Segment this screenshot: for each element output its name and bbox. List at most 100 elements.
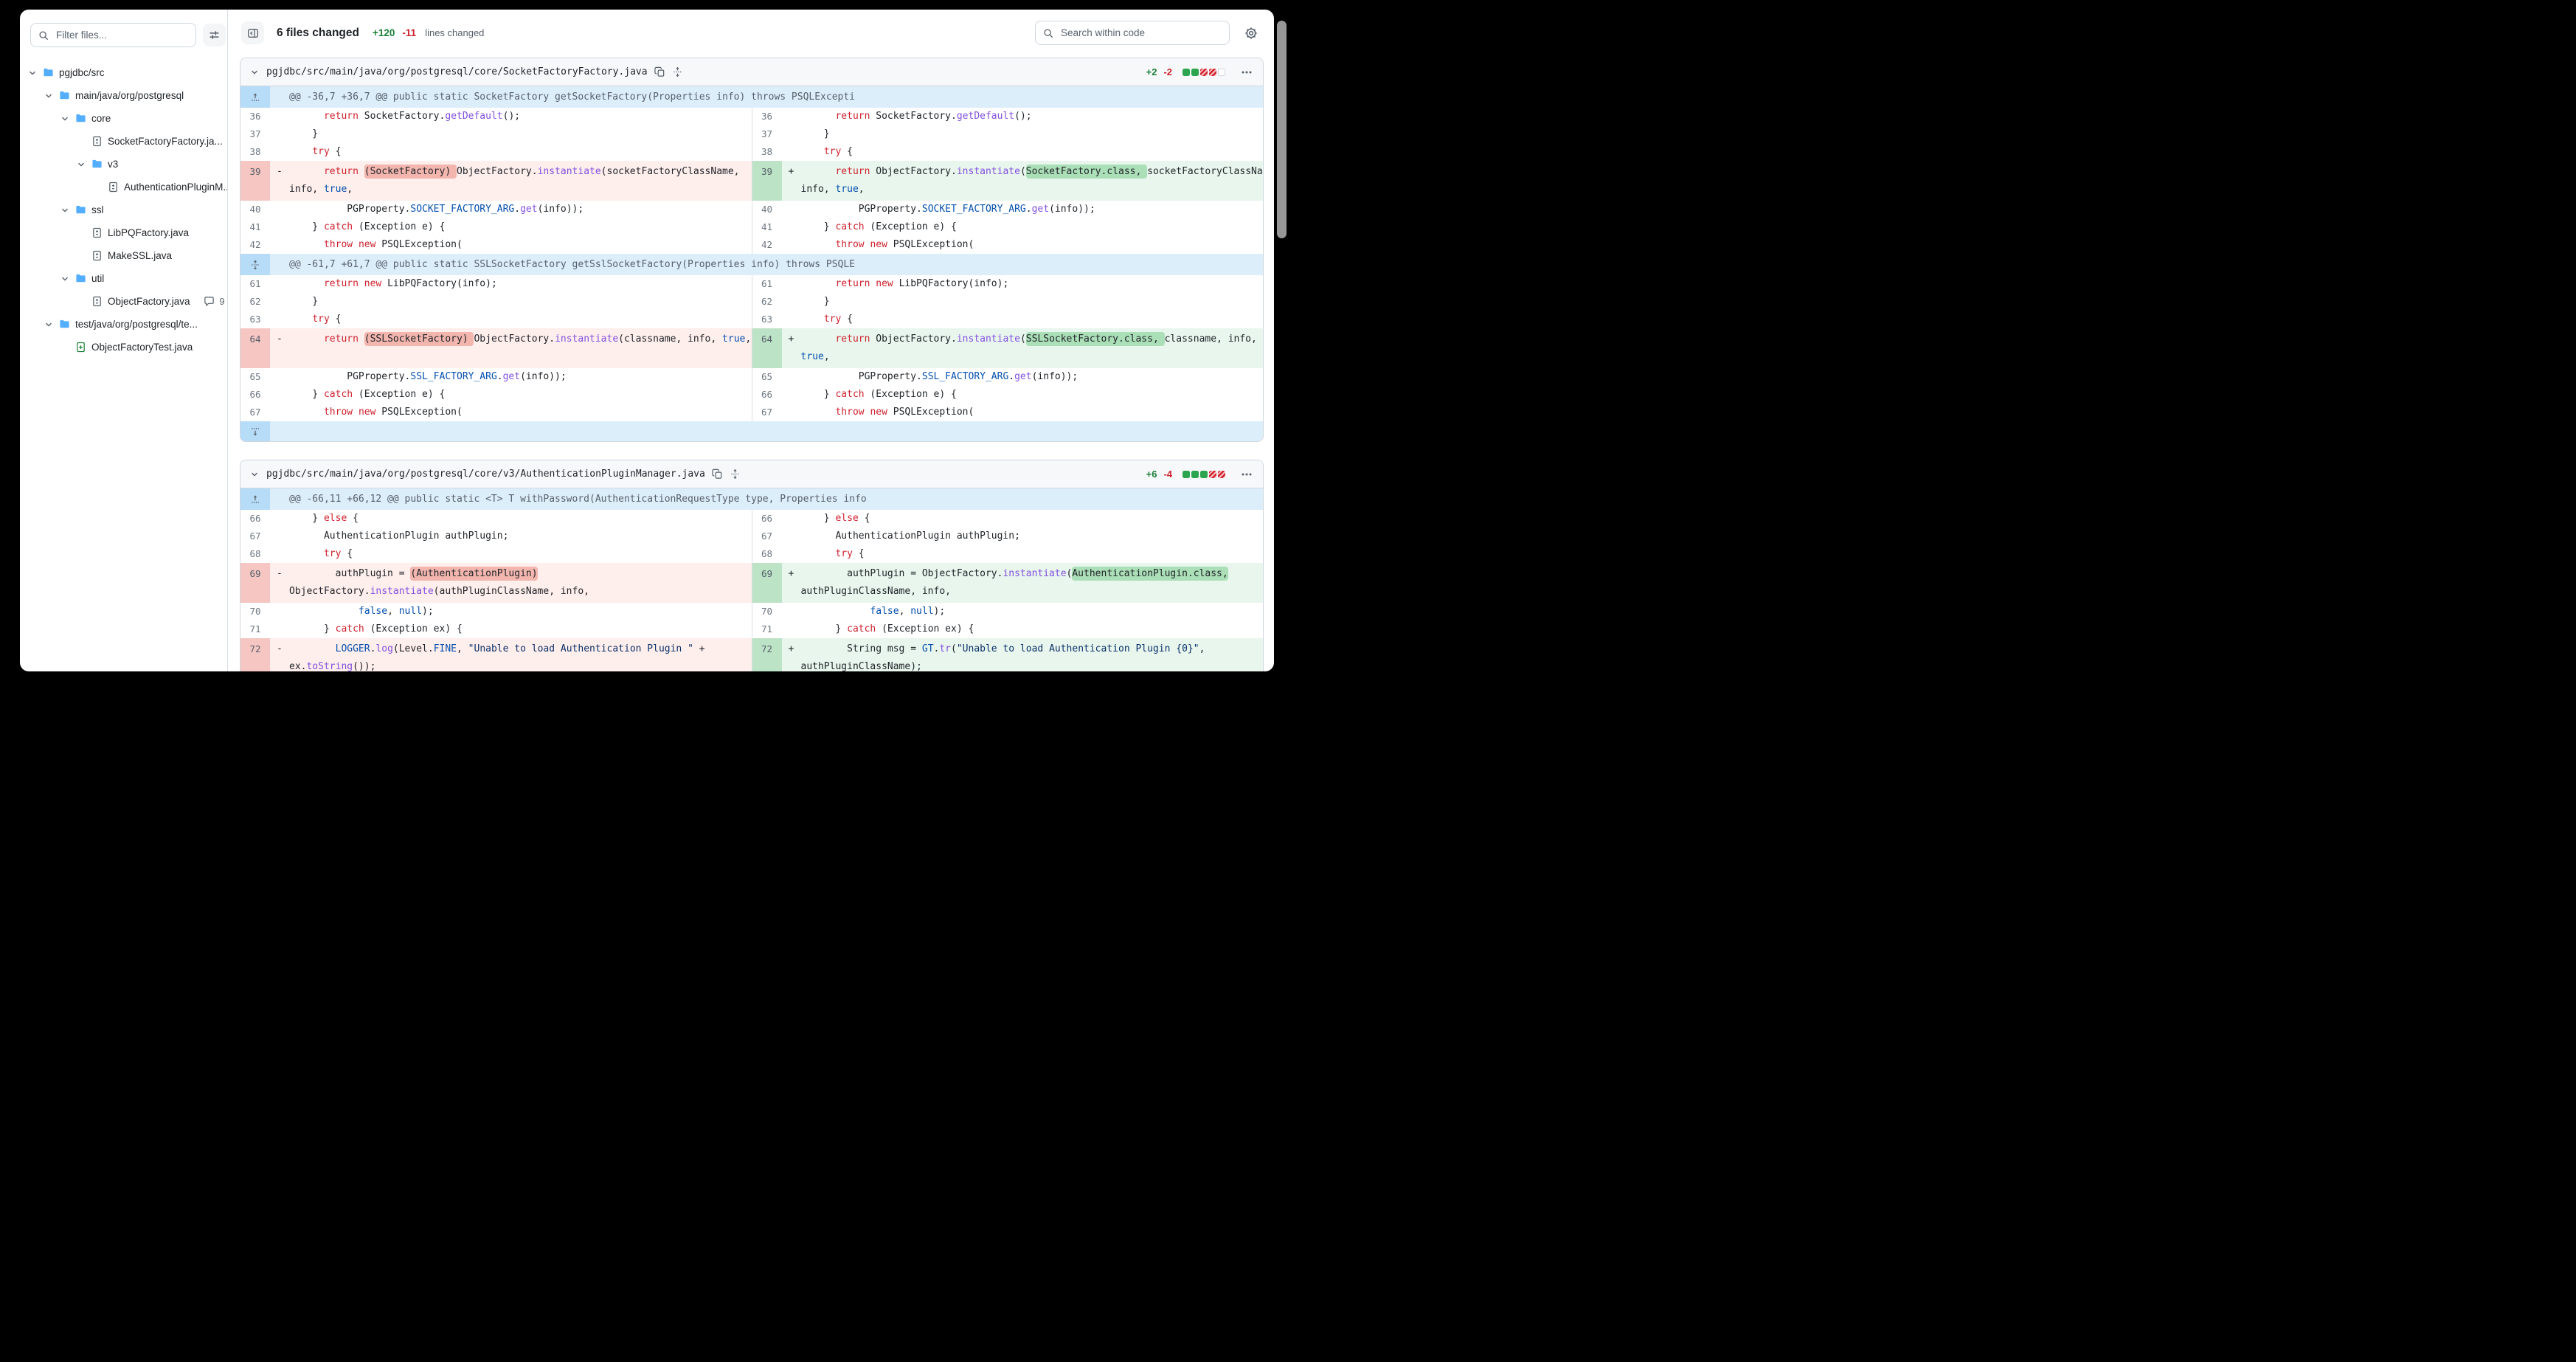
expand-down-button[interactable]: [240, 421, 270, 441]
line-number[interactable]: 37: [240, 125, 270, 143]
line-number[interactable]: 66: [752, 386, 782, 404]
line-number[interactable]: 69: [240, 563, 270, 603]
expand-hunk-button[interactable]: [240, 86, 270, 108]
line-number[interactable]: 62: [240, 293, 270, 311]
deleted-cell: 39- return (SocketFactory) ObjectFactory…: [240, 161, 752, 201]
code-line: try {: [289, 143, 746, 161]
line-number[interactable]: 41: [752, 218, 782, 236]
code-line: } else {: [289, 510, 746, 528]
line-number[interactable]: 39: [240, 161, 270, 201]
diff-marker: +: [789, 331, 794, 348]
copy-path-button[interactable]: [712, 469, 723, 480]
code-line: PGProperty.SOCKET_FACTORY_ARG.get(info))…: [289, 201, 746, 218]
code-line: AuthenticationPlugin authPlugin;: [289, 528, 746, 545]
line-number[interactable]: 36: [240, 108, 270, 125]
code-area: } catch (Exception ex) {: [270, 620, 752, 638]
tree-item-label: LibPQFactory.java: [108, 227, 189, 238]
code-line: throw new PSQLException(: [801, 404, 1258, 421]
line-number[interactable]: 67: [752, 528, 782, 545]
context-cell: 63 try {: [752, 311, 1264, 328]
line-number[interactable]: 41: [240, 218, 270, 236]
expand-vertical-icon: [730, 469, 741, 480]
line-number[interactable]: 71: [752, 620, 782, 638]
line-number[interactable]: 70: [752, 603, 782, 620]
code-line: } catch (Exception ex) {: [801, 620, 1258, 638]
code-line: AuthenticationPlugin authPlugin;: [801, 528, 1258, 545]
expand-hunk-button[interactable]: [240, 488, 270, 510]
tree-file-objectfactorytest-java[interactable]: ObjectFactoryTest.java: [20, 336, 227, 359]
line-number[interactable]: 61: [752, 275, 782, 293]
search-within-code-field[interactable]: [1059, 27, 1222, 39]
line-number[interactable]: 40: [752, 201, 782, 218]
line-number[interactable]: 38: [240, 143, 270, 161]
line-number[interactable]: 63: [752, 311, 782, 328]
line-number[interactable]: 64: [752, 328, 782, 368]
line-number[interactable]: 39: [752, 161, 782, 201]
code-line: try {: [801, 311, 1258, 328]
line-number[interactable]: 66: [240, 510, 270, 528]
line-number[interactable]: 68: [752, 545, 782, 563]
line-number[interactable]: 67: [240, 404, 270, 421]
line-number[interactable]: 72: [240, 638, 270, 671]
context-cell: 36 return SocketFactory.getDefault();: [240, 108, 752, 125]
line-number[interactable]: 37: [752, 125, 782, 143]
code-line: } catch (Exception e) {: [801, 386, 1258, 404]
tree-file-socketfactoryfactory-ja[interactable]: SocketFactoryFactory.ja...: [20, 130, 227, 153]
line-number[interactable]: 67: [752, 404, 782, 421]
page-scrollbar-thumb[interactable]: [1277, 21, 1287, 238]
line-number[interactable]: 66: [240, 386, 270, 404]
file-menu-button[interactable]: [1241, 469, 1253, 480]
collapse-sidebar-button[interactable]: [241, 21, 264, 44]
context-cell: 68 try {: [752, 545, 1264, 563]
line-number[interactable]: 36: [752, 108, 782, 125]
tree-file-makessl-java[interactable]: MakeSSL.java: [20, 244, 227, 267]
code-line: }: [801, 125, 1258, 143]
line-number[interactable]: 68: [240, 545, 270, 563]
expand-diff-button[interactable]: [730, 469, 741, 480]
line-number[interactable]: 38: [752, 143, 782, 161]
tree-folder-core[interactable]: core: [20, 107, 227, 130]
line-number[interactable]: 42: [752, 236, 782, 254]
line-number[interactable]: 65: [752, 368, 782, 386]
line-number[interactable]: 61: [240, 275, 270, 293]
line-number[interactable]: 67: [240, 528, 270, 545]
chevron-down-icon: [249, 469, 260, 480]
line-number[interactable]: 42: [240, 236, 270, 254]
filter-files-field[interactable]: [55, 29, 188, 41]
tree-file-objectfactory-java[interactable]: ObjectFactory.java9: [20, 290, 227, 313]
tree-folder-test-java-org-postgresql-te[interactable]: test/java/org/postgresql/te...: [20, 313, 227, 336]
collapse-file-button[interactable]: [249, 469, 260, 480]
tree-file-libpqfactory-java[interactable]: LibPQFactory.java: [20, 221, 227, 244]
filter-files-input[interactable]: [30, 23, 196, 47]
line-number[interactable]: 70: [240, 603, 270, 620]
copy-path-button[interactable]: [654, 66, 665, 77]
line-number[interactable]: 40: [240, 201, 270, 218]
tree-folder-util[interactable]: util: [20, 267, 227, 290]
line-number[interactable]: 65: [240, 368, 270, 386]
line-number[interactable]: 71: [240, 620, 270, 638]
line-number[interactable]: 62: [752, 293, 782, 311]
code-area: } catch (Exception ex) {: [782, 620, 1264, 638]
tree-item-label: MakeSSL.java: [108, 250, 172, 261]
diff-file-header: pgjdbc/src/main/java/org/postgresql/core…: [240, 58, 1263, 86]
file-menu-button[interactable]: [1241, 66, 1253, 78]
tree-folder-ssl[interactable]: ssl: [20, 198, 227, 221]
expand-diff-button[interactable]: [672, 66, 683, 77]
search-within-code-input[interactable]: [1035, 21, 1230, 45]
chevron-down-icon: [60, 114, 70, 124]
diff-settings-button[interactable]: [1243, 25, 1259, 41]
tree-folder-main-java-org-postgresql[interactable]: main/java/org/postgresql: [20, 84, 227, 107]
line-number[interactable]: 64: [240, 328, 270, 368]
tree-file-authenticationpluginm[interactable]: AuthenticationPluginM...: [20, 176, 227, 198]
expand-hunk-button[interactable]: [240, 254, 270, 275]
tree-folder-pgjdbc-src[interactable]: pgjdbc/src: [20, 61, 227, 84]
tree-folder-v3[interactable]: v3: [20, 153, 227, 176]
line-number[interactable]: 63: [240, 311, 270, 328]
collapse-file-button[interactable]: [249, 67, 260, 77]
line-number[interactable]: 69: [752, 563, 782, 603]
folder-icon: [75, 204, 86, 215]
line-number[interactable]: 72: [752, 638, 782, 671]
diff-marker: -: [277, 565, 283, 583]
tree-options-button[interactable]: [203, 24, 226, 46]
line-number[interactable]: 66: [752, 510, 782, 528]
